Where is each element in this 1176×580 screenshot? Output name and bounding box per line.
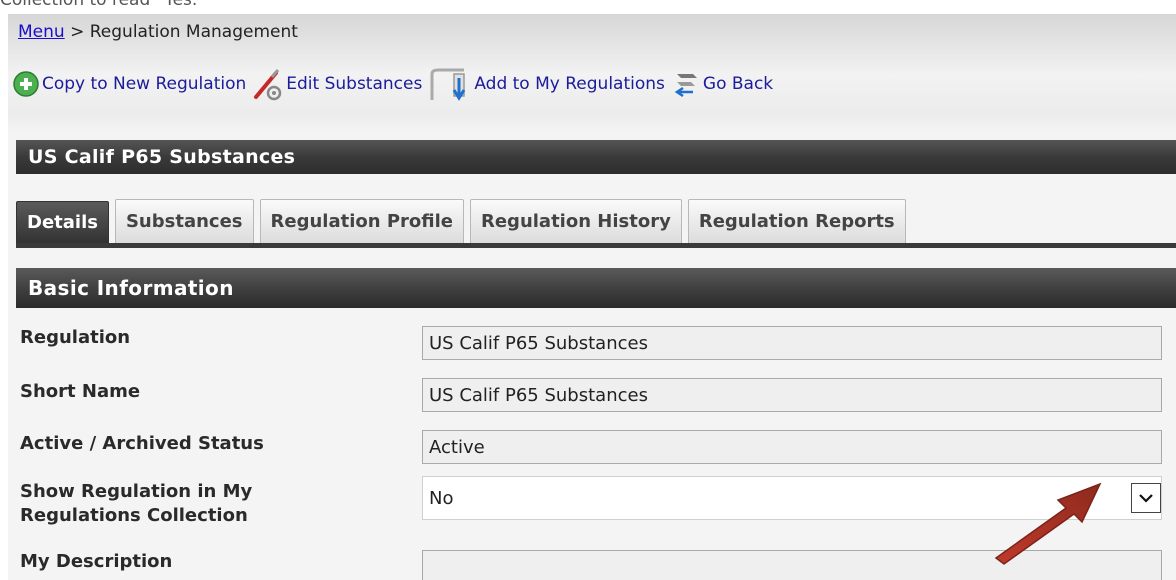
regulation-label: Regulation [20, 327, 131, 348]
edit-substances-button[interactable]: Edit Substances [252, 67, 422, 101]
menu-link[interactable]: Menu [18, 22, 65, 42]
go-back-icon [674, 74, 697, 98]
show-in-collection-value: No [429, 487, 454, 509]
add-to-my-regulations-button[interactable]: Add to My Regulations [428, 66, 665, 102]
show-in-collection-label-line2: Regulations Collection [20, 505, 248, 526]
tab-regulation-history[interactable]: Regulation History [469, 199, 682, 243]
add-to-list-icon [430, 68, 466, 101]
toolbar: Copy to New Regulation Edit Substances A… [12, 66, 779, 102]
my-description-label: My Description [20, 551, 173, 572]
breadcrumb: Menu > Regulation Management [18, 22, 298, 42]
regulation-field[interactable]: US Calif P65 Substances [422, 326, 1162, 360]
section-title-basic-information: Basic Information [16, 268, 1176, 308]
tab-regulation-profile[interactable]: Regulation Profile [259, 199, 464, 243]
go-back-button[interactable]: Go Back [671, 68, 773, 100]
status-field[interactable]: Active [422, 430, 1162, 464]
tab-substances[interactable]: Substances [114, 199, 254, 243]
breadcrumb-current: Regulation Management [89, 22, 298, 42]
page-title: US Calif P65 Substances [16, 140, 1176, 174]
status-label: Active / Archived Status [20, 433, 264, 454]
chevron-down-icon[interactable] [1131, 483, 1161, 513]
annotation-arrow-icon [994, 482, 1102, 565]
caption-fragment: Collection to read “Yes.” [0, 0, 1176, 14]
edit-tools-icon [254, 69, 282, 101]
tab-regulation-reports[interactable]: Regulation Reports [687, 199, 906, 243]
show-in-collection-label-line1: Show Regulation in My [20, 481, 253, 502]
short-name-label: Short Name [20, 381, 141, 402]
copy-to-new-regulation-button[interactable]: Copy to New Regulation [12, 70, 246, 98]
tab-bar: Details Substances Regulation Profile Re… [16, 194, 1176, 248]
short-name-field[interactable]: US Calif P65 Substances [422, 378, 1162, 412]
regulation-app: Menu > Regulation Management Copy to New… [8, 14, 1176, 580]
tab-details[interactable]: Details [16, 201, 109, 243]
add-circle-icon [13, 71, 39, 97]
breadcrumb-separator: > [70, 22, 85, 42]
show-in-collection-label: Show Regulation in My Regulations Collec… [20, 480, 252, 528]
